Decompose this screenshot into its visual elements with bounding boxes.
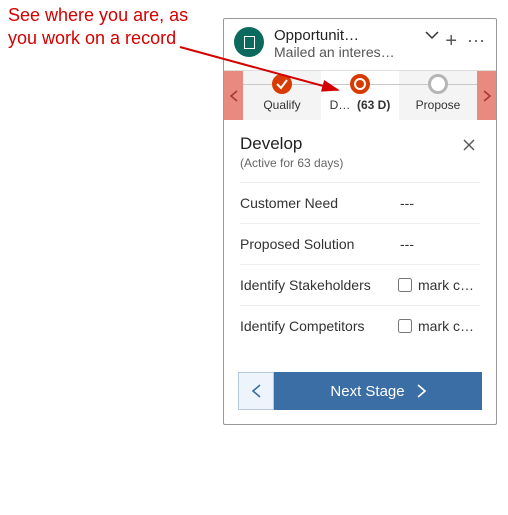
field-value: --- (400, 236, 480, 252)
process-panel: Opportunit… Mailed an interes… + ⋯ Quali… (223, 18, 497, 425)
stage-scroll-right[interactable] (477, 71, 496, 120)
previous-stage-button[interactable] (238, 372, 274, 410)
mark-complete-checkbox[interactable] (398, 319, 412, 333)
header-text: Opportunit… Mailed an interes… (274, 27, 425, 60)
stage-complete-icon (272, 74, 292, 94)
more-menu-icon[interactable]: ⋯ (467, 32, 486, 50)
stage-scroll-left[interactable] (224, 71, 243, 120)
record-subtitle: Mailed an interes… (274, 44, 425, 60)
field-proposed-solution[interactable]: Proposed Solution --- (240, 223, 480, 264)
annotation-text: See where you are, as you work on a reco… (8, 4, 188, 49)
expand-chevron-icon[interactable] (425, 27, 439, 45)
field-identify-stakeholders[interactable]: Identify Stakeholders mark co… (240, 264, 480, 305)
stage-subtitle: (Active for 63 days) (240, 156, 343, 170)
stage-qualify[interactable]: Qualify (243, 71, 321, 112)
footer: Next Stage (224, 360, 496, 424)
checkbox-label: mark co… (418, 318, 480, 334)
mark-complete-checkbox[interactable] (398, 278, 412, 292)
stage-strip: Qualify D… (63 D) Propose (224, 70, 496, 120)
field-identify-competitors[interactable]: Identify Competitors mark co… (240, 305, 480, 346)
next-stage-button[interactable]: Next Stage (274, 372, 482, 410)
chevron-right-icon (417, 384, 426, 398)
field-customer-need[interactable]: Customer Need --- (240, 182, 480, 223)
record-title: Opportunit… (274, 27, 425, 44)
record-entity-icon (234, 27, 264, 57)
stage-future-icon (428, 74, 448, 94)
add-button[interactable]: + (445, 31, 457, 51)
panel-header: Opportunit… Mailed an interes… + ⋯ (224, 19, 496, 70)
close-icon[interactable] (458, 134, 480, 159)
stage-body: Develop (Active for 63 days) Customer Ne… (224, 120, 496, 360)
stage-propose[interactable]: Propose (399, 71, 477, 112)
stage-active-icon (350, 74, 370, 94)
checkbox-label: mark co… (418, 277, 480, 293)
stage-title: Develop (240, 134, 343, 154)
stage-develop[interactable]: D… (63 D) (321, 71, 399, 112)
field-value: --- (400, 195, 480, 211)
